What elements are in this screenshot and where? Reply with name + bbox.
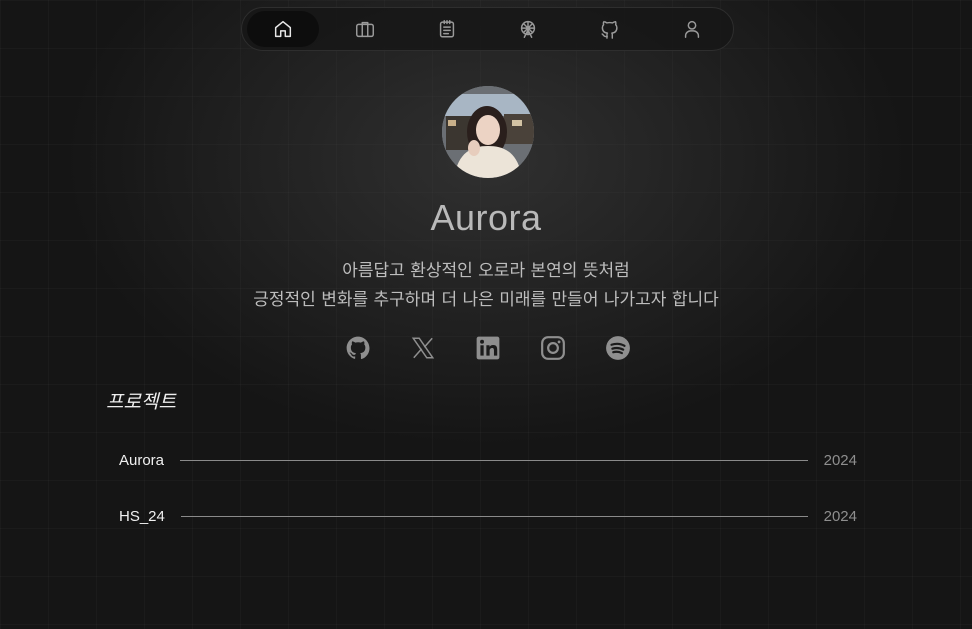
instagram-link[interactable] xyxy=(538,333,568,363)
user-icon xyxy=(684,20,700,38)
project-name: Aurora xyxy=(119,451,165,469)
top-navigation xyxy=(241,7,734,51)
projects-section-title: 프로젝트 xyxy=(106,391,176,413)
profile-bio-line-2: 긍정적인 변화를 추구하며 더 나은 미래를 만들어 나가고자 합니다 xyxy=(253,290,719,310)
nav-projects[interactable] xyxy=(329,11,401,47)
github-link[interactable] xyxy=(343,333,373,363)
spotify-link[interactable] xyxy=(603,333,633,363)
project-row[interactable]: Aurora 2024 xyxy=(119,450,857,470)
divider xyxy=(180,459,808,461)
github-icon xyxy=(601,21,618,39)
nav-about[interactable] xyxy=(656,11,728,47)
profile-name: Aurora xyxy=(430,197,542,238)
home-icon xyxy=(274,20,292,38)
ferris-wheel-icon xyxy=(521,20,536,38)
x-icon xyxy=(411,337,435,359)
divider xyxy=(180,515,808,517)
nav-github[interactable] xyxy=(574,11,646,47)
notepad-icon xyxy=(439,20,454,38)
github-icon xyxy=(346,336,370,360)
profile-bio-line-1: 아름답고 환상적인 오로라 본연의 뜻처럼 xyxy=(342,261,630,281)
nav-notes[interactable] xyxy=(411,11,483,47)
briefcase-icon xyxy=(355,21,374,38)
linkedin-icon xyxy=(476,336,500,360)
profile-avatar xyxy=(442,86,534,178)
nav-home[interactable] xyxy=(247,11,319,47)
linkedin-link[interactable] xyxy=(473,333,503,363)
nav-activities[interactable] xyxy=(492,11,564,47)
instagram-icon xyxy=(541,336,565,360)
social-links xyxy=(343,333,633,363)
project-year: 2024 xyxy=(823,451,857,469)
x-link[interactable] xyxy=(408,333,438,363)
project-name: HS_24 xyxy=(119,507,165,525)
project-row[interactable]: HS_24 2024 xyxy=(119,506,857,526)
spotify-icon xyxy=(606,336,630,360)
project-year: 2024 xyxy=(823,507,857,525)
